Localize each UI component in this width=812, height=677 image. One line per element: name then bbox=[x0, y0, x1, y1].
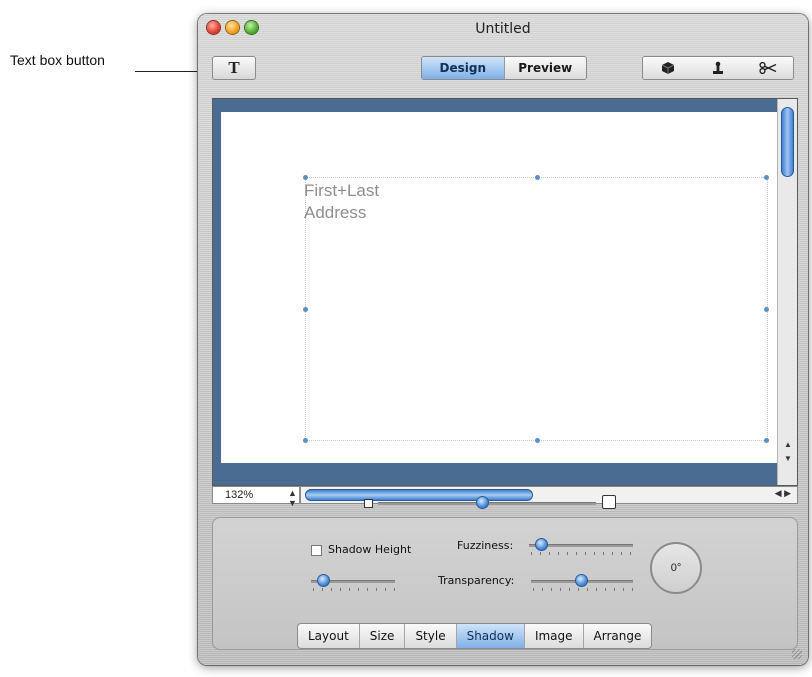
shadow-height-label: Shadow Height bbox=[328, 543, 412, 556]
object-size-slider bbox=[362, 494, 622, 512]
transparency-slider-knob[interactable] bbox=[575, 574, 588, 587]
shadow-height-checkbox[interactable] bbox=[311, 545, 322, 556]
tab-image[interactable]: Image bbox=[525, 624, 584, 648]
resize-handle[interactable] bbox=[764, 438, 769, 443]
callout-line bbox=[135, 71, 207, 72]
mode-switch: Design Preview bbox=[421, 56, 587, 80]
resize-handle[interactable] bbox=[764, 175, 769, 180]
scroll-down-icon[interactable]: ▼ bbox=[782, 453, 794, 465]
tab-layout[interactable]: Layout bbox=[298, 624, 360, 648]
label-page[interactable]: First+Last Address bbox=[221, 112, 777, 463]
tool-buttons bbox=[642, 56, 794, 80]
scroll-up-icon[interactable]: ▲ bbox=[782, 439, 794, 451]
title-bar[interactable]: Untitled bbox=[198, 14, 808, 42]
scissors-icon bbox=[759, 61, 777, 75]
horizontal-scroll-arrows-icon[interactable]: ◀ ▶ bbox=[775, 488, 791, 499]
zoom-stepper-icon[interactable]: ▲ ▼ bbox=[288, 488, 297, 508]
inspector-tabs: Layout Size Style Shadow Image Arrange bbox=[297, 623, 653, 649]
resize-handle[interactable] bbox=[535, 438, 540, 443]
tab-shadow[interactable]: Shadow bbox=[456, 624, 525, 648]
design-canvas[interactable]: First+Last Address ▲ ▼ bbox=[212, 98, 798, 486]
shadow-angle-dial[interactable]: 0° bbox=[650, 542, 702, 594]
app-window: Untitled T Design Preview First+Last Add… bbox=[198, 14, 808, 665]
transparency-label: Transparency: bbox=[438, 574, 515, 587]
transparency-ticks bbox=[533, 588, 633, 591]
fuzziness-ticks bbox=[531, 552, 633, 555]
vertical-scrollbar[interactable]: ▲ ▼ bbox=[777, 99, 797, 485]
tab-style[interactable]: Style bbox=[405, 624, 457, 648]
callout-label: Text box button bbox=[10, 52, 105, 68]
tab-size[interactable]: Size bbox=[360, 624, 406, 648]
size-slider-knob[interactable] bbox=[476, 496, 489, 509]
stamp-button[interactable] bbox=[693, 57, 743, 79]
zoom-field[interactable]: 132% bbox=[212, 486, 300, 504]
inspector-panel: Shadow Height Fuzziness: Transparency: 0… bbox=[212, 517, 798, 650]
resize-handle[interactable] bbox=[303, 438, 308, 443]
text-box-button[interactable]: T bbox=[212, 56, 256, 80]
cube-icon bbox=[661, 62, 675, 74]
fuzziness-label: Fuzziness: bbox=[457, 539, 514, 552]
stamp-icon bbox=[713, 61, 723, 74]
resize-handle[interactable] bbox=[764, 307, 769, 312]
text-line-name: First+Last bbox=[304, 181, 380, 200]
shadow-height-ticks bbox=[313, 588, 395, 591]
small-size-icon bbox=[364, 499, 373, 508]
tab-preview[interactable]: Preview bbox=[503, 57, 586, 79]
text-line-address: Address bbox=[304, 203, 367, 222]
shadow-height-slider-knob[interactable] bbox=[317, 574, 330, 587]
resize-handle[interactable] bbox=[535, 175, 540, 180]
cube-button[interactable] bbox=[643, 57, 693, 79]
tab-design[interactable]: Design bbox=[422, 57, 504, 79]
large-size-icon bbox=[602, 495, 616, 509]
address-text-box[interactable]: First+Last Address bbox=[303, 175, 769, 443]
fuzziness-slider-knob[interactable] bbox=[535, 538, 548, 551]
resize-handle[interactable] bbox=[303, 307, 308, 312]
resize-grip-icon[interactable] bbox=[792, 649, 802, 659]
text-box-content[interactable]: First+Last Address bbox=[304, 180, 379, 224]
window-title: Untitled bbox=[475, 21, 531, 37]
vertical-scroll-thumb[interactable] bbox=[781, 107, 794, 177]
scissors-button[interactable] bbox=[743, 57, 793, 79]
tab-arrange[interactable]: Arrange bbox=[584, 624, 652, 648]
